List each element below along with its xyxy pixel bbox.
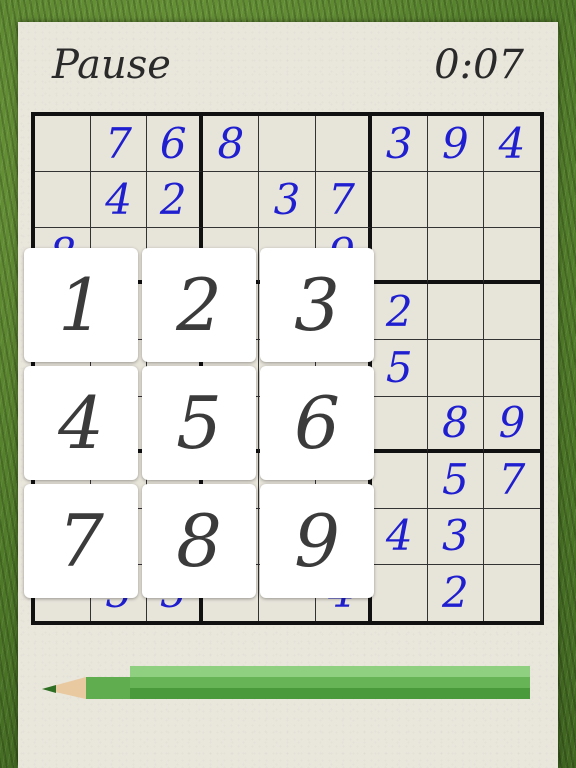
pencil-lead xyxy=(42,685,56,693)
keypad-key-1[interactable]: 1 xyxy=(24,248,138,362)
keypad-key-5[interactable]: 5 xyxy=(142,366,256,480)
sudoku-cell-r2-c4[interactable] xyxy=(203,172,260,229)
sudoku-cell-r7-c7[interactable] xyxy=(371,452,428,509)
keypad-key-6[interactable]: 6 xyxy=(260,366,374,480)
sudoku-cell-r1-c3[interactable]: 6 xyxy=(147,116,204,173)
sudoku-cell-r3-c8[interactable] xyxy=(427,228,484,285)
sudoku-cell-r5-c9[interactable] xyxy=(483,340,540,397)
pencil-icon[interactable] xyxy=(42,664,534,704)
sudoku-cell-r5-c8[interactable] xyxy=(427,340,484,397)
sudoku-cell-r1-c7[interactable]: 3 xyxy=(371,116,428,173)
sudoku-cell-r6-c9[interactable]: 9 xyxy=(483,397,540,453)
sudoku-cell-r9-c8[interactable]: 2 xyxy=(428,564,484,621)
sudoku-cell-r4-c8[interactable] xyxy=(427,284,484,341)
sudoku-cell-r1-c2[interactable]: 7 xyxy=(91,116,148,173)
keypad-key-7[interactable]: 7 xyxy=(24,484,138,598)
sudoku-cell-r2-c7[interactable] xyxy=(371,172,428,229)
sudoku-cell-r2-c8[interactable] xyxy=(427,172,484,229)
sudoku-cell-r2-c3[interactable]: 2 xyxy=(147,172,204,229)
keypad-key-4[interactable]: 4 xyxy=(24,366,138,480)
sudoku-cell-r2-c6[interactable]: 7 xyxy=(315,172,372,229)
sudoku-cell-r2-c9[interactable] xyxy=(483,172,540,229)
sudoku-cell-r1-c5[interactable] xyxy=(259,116,316,173)
sudoku-cell-r3-c9[interactable] xyxy=(483,228,540,285)
keypad-key-9[interactable]: 9 xyxy=(260,484,374,598)
sudoku-cell-r1-c1[interactable] xyxy=(35,116,92,173)
sudoku-cell-r2-c5[interactable]: 3 xyxy=(259,172,316,229)
sudoku-cell-r7-c8[interactable]: 5 xyxy=(427,452,484,509)
sudoku-cell-r1-c4[interactable]: 8 xyxy=(203,116,260,173)
keypad-key-3[interactable]: 3 xyxy=(260,248,374,362)
sudoku-cell-r2-c2[interactable]: 4 xyxy=(91,172,148,229)
sudoku-cell-r6-c7[interactable] xyxy=(371,396,428,453)
sudoku-cell-r1-c9[interactable]: 4 xyxy=(483,116,540,173)
keypad-key-8[interactable]: 8 xyxy=(142,484,256,598)
sudoku-cell-r6-c8[interactable]: 8 xyxy=(427,396,484,453)
game-timer: 0:07 xyxy=(434,42,524,88)
pencil-highlight xyxy=(130,666,530,677)
number-keypad: 123 456 789 xyxy=(24,248,380,604)
sudoku-cell-r1-c6[interactable] xyxy=(315,116,372,173)
sudoku-cell-r8-c9[interactable] xyxy=(483,509,540,565)
sudoku-cell-r4-c9[interactable] xyxy=(483,284,540,341)
sudoku-cell-r4-c7[interactable]: 2 xyxy=(371,284,428,341)
pause-button[interactable]: Pause xyxy=(52,42,171,88)
sudoku-cell-r3-c7[interactable] xyxy=(371,228,428,285)
sudoku-cell-r5-c7[interactable]: 5 xyxy=(371,340,428,397)
keypad-key-2[interactable]: 2 xyxy=(142,248,256,362)
sudoku-cell-r9-c7[interactable] xyxy=(372,564,428,621)
sudoku-cell-r8-c7[interactable]: 4 xyxy=(371,508,428,565)
sudoku-cell-r9-c9[interactable] xyxy=(484,565,540,621)
sudoku-cell-r8-c8[interactable]: 3 xyxy=(427,508,484,565)
sudoku-cell-r2-c1[interactable] xyxy=(35,172,92,229)
sudoku-cell-r1-c8[interactable]: 9 xyxy=(427,116,484,173)
sudoku-cell-r7-c9[interactable]: 7 xyxy=(483,453,540,509)
pencil-body-front xyxy=(86,677,130,699)
pencil-shade xyxy=(130,688,530,699)
